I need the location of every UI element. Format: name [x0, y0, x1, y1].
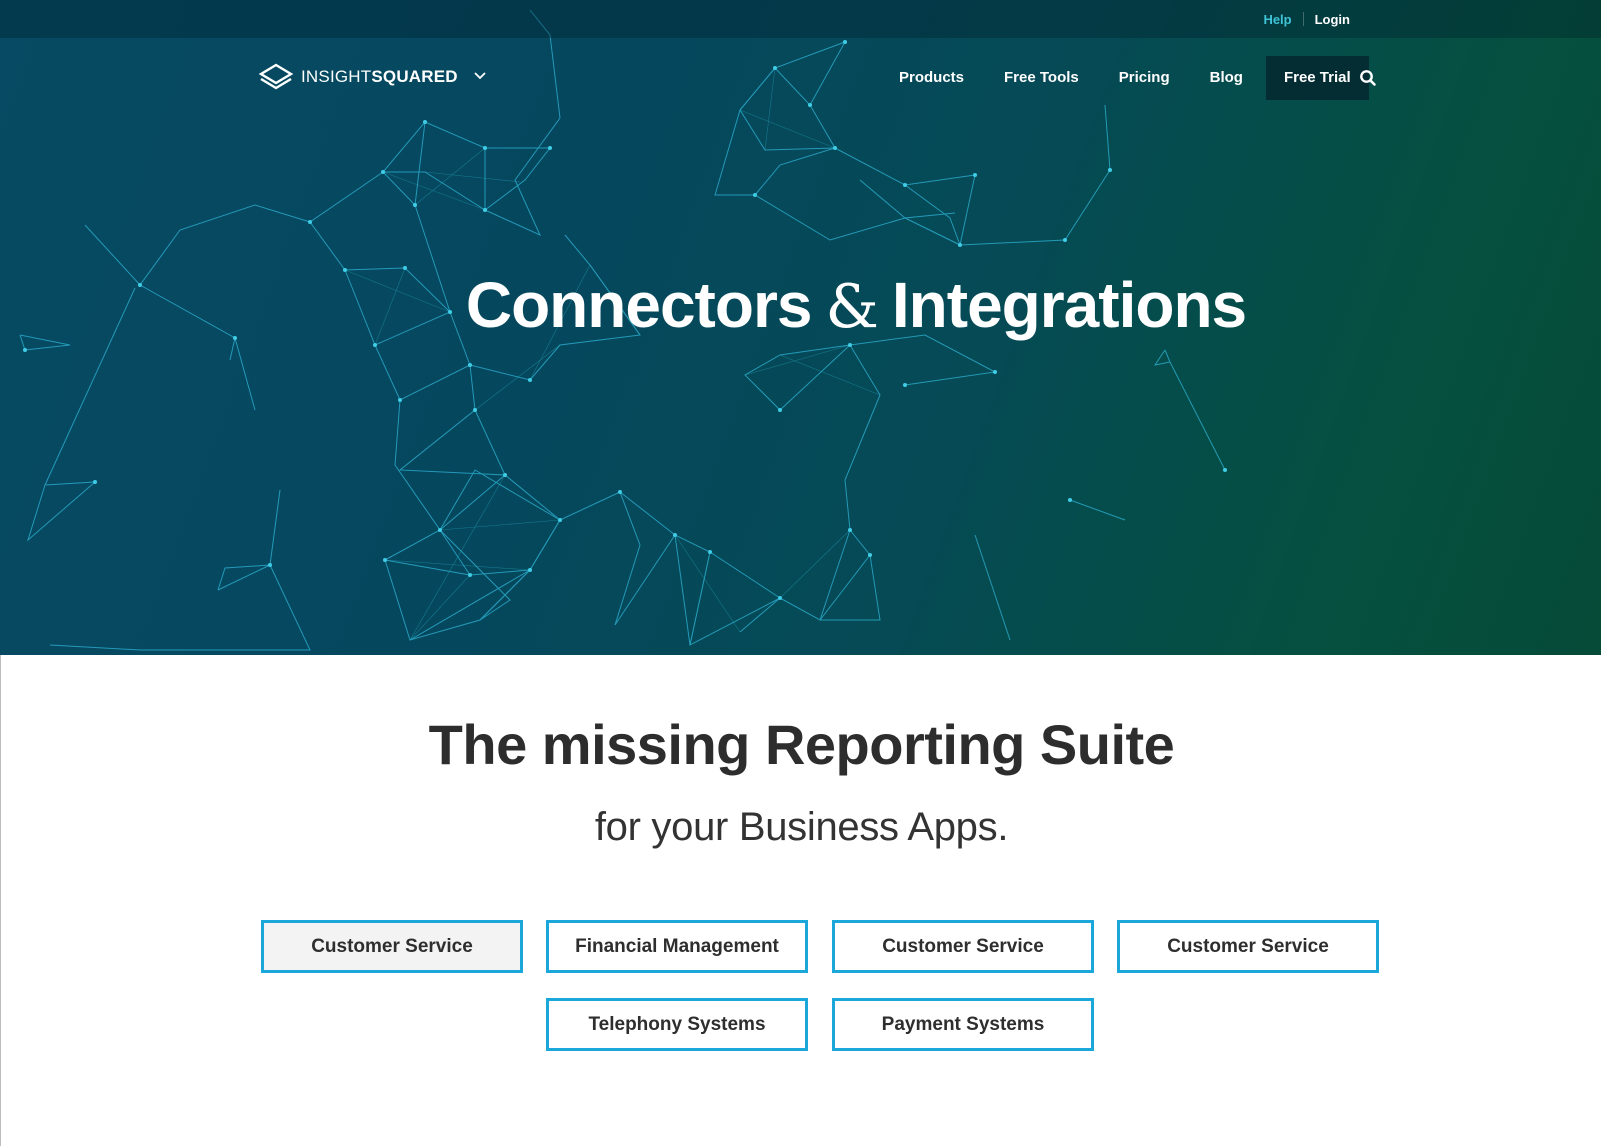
category-button-payment-systems[interactable]: Payment Systems: [832, 998, 1094, 1051]
hero-title: Connectors & Integrations: [0, 268, 1601, 342]
help-link[interactable]: Help: [1252, 12, 1302, 27]
nav-blog[interactable]: Blog: [1190, 56, 1263, 100]
category-button-customer-service-2[interactable]: Customer Service: [832, 920, 1094, 973]
nav-products[interactable]: Products: [880, 56, 984, 100]
category-button-financial-management[interactable]: Financial Management: [546, 920, 808, 973]
logo-wordmark: INSIGHTSQUARED: [301, 67, 458, 87]
hero-section: Help Login INSIGHTSQUARED Products Free …: [0, 0, 1601, 655]
chevron-down-icon[interactable]: [470, 66, 490, 86]
utility-bar: Help Login: [0, 0, 1601, 38]
utility-links: Help Login: [1252, 0, 1361, 38]
category-button-customer-service-3[interactable]: Customer Service: [1117, 920, 1379, 973]
integrations-section: The missing Reporting Suite for your Bus…: [0, 655, 1601, 1146]
category-button-telephony-systems[interactable]: Telephony Systems: [546, 998, 808, 1051]
free-trial-button[interactable]: Free Trial: [1265, 56, 1369, 100]
nav-free-tools[interactable]: Free Tools: [984, 56, 1099, 100]
section-subheading: for your Business Apps.: [594, 805, 1009, 849]
logo-text-light: INSIGHT: [301, 67, 372, 86]
section-heading: The missing Reporting Suite: [428, 713, 1175, 776]
primary-nav-links: Products Free Tools Pricing Blog Free Tr…: [880, 56, 1369, 100]
nav-pricing[interactable]: Pricing: [1099, 56, 1190, 100]
logo-text-bold: SQUARED: [371, 67, 458, 86]
login-link[interactable]: Login: [1304, 12, 1361, 27]
category-button-customer-service[interactable]: Customer Service: [261, 920, 523, 973]
main-navigation: INSIGHTSQUARED Products Free Tools Prici…: [0, 56, 1601, 100]
layers-diamond-icon: [258, 63, 294, 90]
insightsquared-logo[interactable]: INSIGHTSQUARED: [258, 62, 458, 92]
search-icon[interactable]: [1358, 68, 1378, 88]
hero-title-ampersand: &: [825, 272, 878, 342]
hero-title-part2: Integrations: [891, 269, 1247, 341]
hero-title-part1: Connectors: [465, 269, 813, 341]
